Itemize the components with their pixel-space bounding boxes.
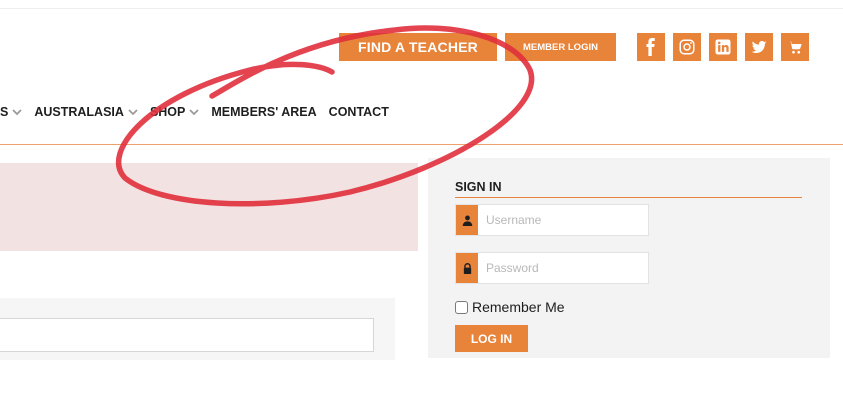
linkedin-link[interactable] [709, 33, 737, 61]
signin-divider [455, 197, 802, 198]
main-nav: S AUSTRALASIA SHOP MEMBERS' AREA CONTACT [0, 103, 401, 121]
nav-item-label: MEMBERS' AREA [211, 105, 317, 119]
nav-item-s[interactable]: S [0, 105, 22, 119]
twitter-link[interactable] [745, 33, 773, 61]
signin-title: SIGN IN [455, 180, 502, 194]
chevron-down-icon [189, 108, 200, 116]
remember-me-row: Remember Me [455, 299, 565, 315]
instagram-icon [679, 39, 695, 55]
chevron-down-icon [12, 108, 22, 116]
find-a-teacher-button[interactable]: FIND A TEACHER [339, 33, 497, 61]
nav-item-members-area[interactable]: MEMBERS' AREA [211, 105, 316, 119]
nav-divider [0, 144, 843, 145]
login-button[interactable]: LOG IN [455, 325, 528, 352]
facebook-icon [646, 38, 655, 56]
nav-item-contact[interactable]: CONTACT [329, 105, 389, 119]
user-icon [462, 215, 472, 226]
twitter-icon [751, 41, 767, 53]
chevron-down-icon [128, 108, 138, 116]
nav-item-label: SHOP [149, 105, 186, 119]
nav-item-shop[interactable]: SHOP [149, 105, 200, 119]
nav-item-australasia[interactable]: AUSTRALASIA [34, 105, 138, 119]
username-field[interactable] [455, 204, 649, 236]
member-login-button[interactable]: MEMBER LOGIN [505, 33, 616, 61]
lock-icon-box [456, 253, 478, 283]
password-input[interactable] [478, 253, 636, 283]
nav-item-label: CONTACT [328, 105, 389, 119]
text-input-field[interactable] [0, 318, 374, 352]
instagram-link[interactable] [673, 33, 701, 61]
password-field[interactable] [455, 252, 649, 284]
linkedin-icon [715, 39, 731, 55]
lock-icon [463, 262, 471, 274]
top-divider [0, 8, 843, 9]
message-banner [0, 163, 418, 251]
remember-me-checkbox[interactable] [455, 300, 468, 314]
nav-item-label: S [0, 105, 9, 119]
facebook-link[interactable] [637, 33, 665, 61]
remember-me-label: Remember Me [472, 299, 565, 315]
nav-item-label: AUSTRALASIA [34, 105, 124, 119]
cart-link[interactable] [781, 33, 809, 61]
username-input[interactable] [478, 205, 636, 235]
user-icon-box [456, 205, 478, 235]
cart-icon [788, 41, 802, 54]
